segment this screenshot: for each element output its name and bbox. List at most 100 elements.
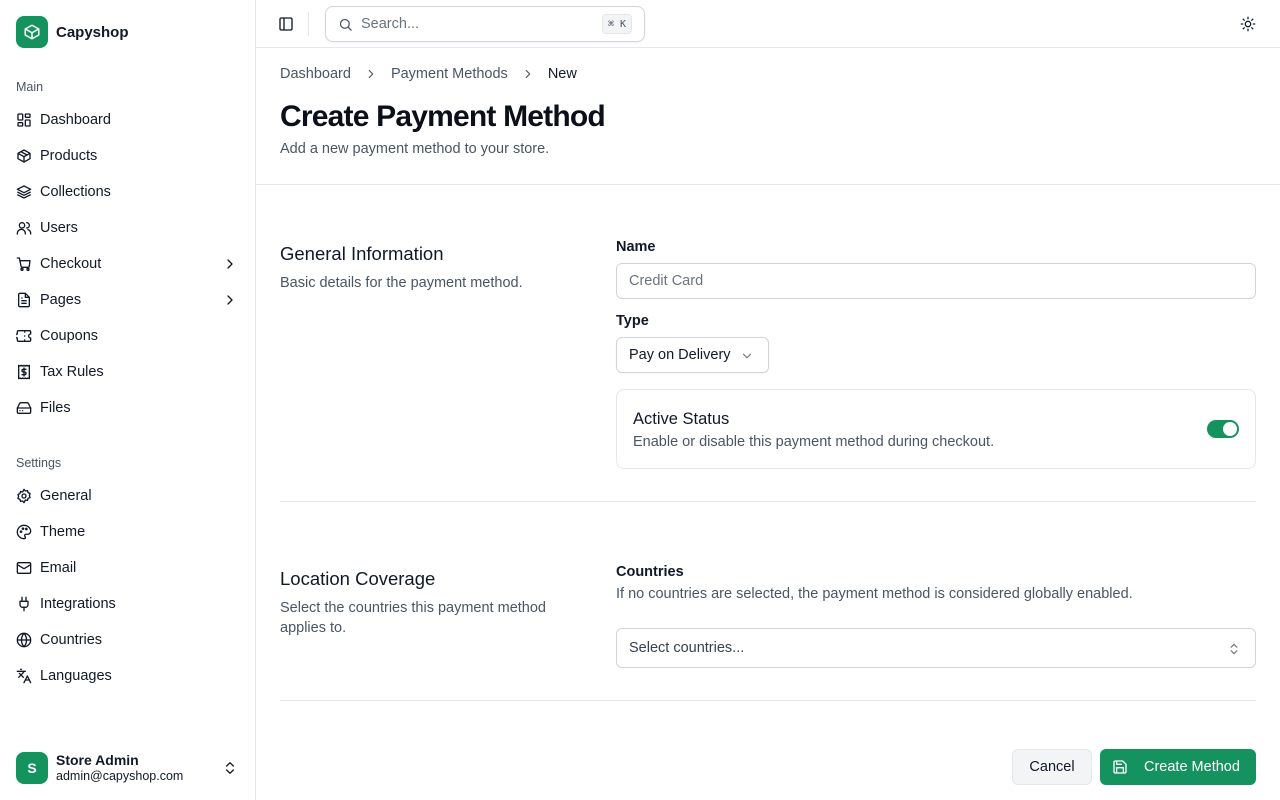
user-info: Store Admin admin@capyshop.com [56, 752, 183, 784]
sidebar-item-dashboard[interactable]: Dashboard [8, 104, 248, 136]
settings-icon [16, 488, 32, 504]
hard-drive-icon [16, 400, 32, 416]
section-divider [280, 700, 1256, 701]
section-description-general: Basic details for the payment method. [280, 275, 523, 291]
name-input[interactable] [616, 263, 1256, 299]
sidebar-item-label: Languages [40, 668, 112, 684]
section-description-location: Select the countries this payment method… [280, 600, 546, 636]
create-method-button[interactable]: Create Method [1100, 749, 1256, 785]
chevrons-up-down-icon [222, 760, 238, 776]
theme-toggle-button[interactable] [1238, 14, 1258, 34]
sidebar-item-theme[interactable]: Theme [8, 516, 248, 548]
page-subtitle: Add a new payment method to your store. [280, 141, 550, 157]
chevrons-up-down-icon [1227, 641, 1241, 657]
keyboard-shortcut: ⌘ K [601, 14, 632, 34]
section-title-location: Location Coverage [280, 568, 436, 589]
header-divider [256, 184, 1280, 185]
sidebar-item-label: Integrations [40, 596, 116, 612]
chevron-down-icon [740, 349, 754, 363]
nav-section-main: Main [16, 80, 44, 94]
save-icon [1112, 759, 1128, 775]
sidebar-item-collections[interactable]: Collections [8, 176, 248, 208]
sidebar-item-languages[interactable]: Languages [8, 660, 248, 692]
sidebar-item-integrations[interactable]: Integrations [8, 588, 248, 620]
sidebar-item-label: Dashboard [40, 112, 111, 128]
sidebar-toggle-button[interactable] [276, 14, 296, 34]
create-method-label: Create Method [1144, 759, 1240, 775]
switch-knob [1223, 422, 1237, 436]
chevron-right-icon [364, 67, 378, 81]
languages-icon [16, 668, 32, 684]
sidebar-item-general[interactable]: General [8, 480, 248, 512]
sidebar-item-label: Checkout [40, 256, 102, 272]
sidebar-item-label: Email [40, 560, 77, 576]
ticket-icon [16, 328, 32, 344]
breadcrumb-payment-methods[interactable]: Payment Methods [391, 66, 508, 82]
sidebar-item-countries[interactable]: Countries [8, 624, 248, 656]
page-title: Create Payment Method [280, 100, 606, 133]
brand[interactable]: Capyshop [16, 16, 129, 48]
active-status-switch[interactable] [1207, 420, 1239, 438]
topbar: Search... ⌘ K [256, 0, 1280, 48]
sun-icon [1240, 16, 1256, 32]
receipt-dollar-icon [16, 364, 32, 380]
type-select-value: Pay on Delivery [629, 347, 731, 363]
package-icon [16, 148, 32, 164]
sidebar-item-label: Coupons [40, 328, 99, 344]
sidebar-item-label: Countries [40, 632, 103, 648]
active-status-card: Active Status Enable or disable this pay… [616, 389, 1256, 469]
topbar-divider [308, 12, 309, 36]
cart-icon [16, 256, 32, 272]
chevron-right-icon [222, 292, 238, 308]
search-input[interactable]: Search... ⌘ K [325, 6, 645, 42]
dashboard-icon [16, 112, 32, 128]
sidebar-item-label: General [40, 488, 92, 504]
chevron-right-icon [521, 67, 535, 81]
sidebar-item-label: Files [40, 400, 71, 416]
section-title-general: General Information [280, 243, 444, 264]
sidebar-item-email[interactable]: Email [8, 552, 248, 584]
layers-icon [16, 184, 32, 200]
section-divider [280, 501, 1256, 502]
sidebar-item-files[interactable]: Files [8, 392, 248, 424]
active-status-description: Enable or disable this payment method du… [633, 434, 995, 450]
active-status-title: Active Status [633, 410, 730, 428]
sidebar-item-pages[interactable]: Pages [8, 284, 248, 316]
user-name: Store Admin [56, 752, 139, 769]
sidebar-item-checkout[interactable]: Checkout [8, 248, 248, 280]
type-label: Type [616, 313, 649, 329]
globe-icon [16, 632, 32, 648]
brand-name: Capyshop [56, 23, 129, 41]
box-icon [16, 16, 48, 48]
plug-icon [16, 596, 32, 612]
name-label: Name [616, 239, 656, 255]
sidebar-item-products[interactable]: Products [8, 140, 248, 172]
breadcrumb-dashboard[interactable]: Dashboard [280, 66, 351, 82]
user-menu[interactable]: S Store Admin admin@capyshop.com [8, 744, 248, 792]
sidebar-item-label: Pages [40, 292, 82, 308]
users-icon [16, 220, 32, 236]
avatar: S [16, 752, 48, 784]
sidebar-item-coupons[interactable]: Coupons [8, 320, 248, 352]
palette-icon [16, 524, 32, 540]
panel-left-icon [278, 16, 294, 32]
countries-hint: If no countries are selected, the paymen… [616, 586, 1133, 602]
mail-icon [16, 560, 32, 576]
breadcrumb: Dashboard Payment Methods New [280, 64, 577, 84]
type-select[interactable]: Pay on Delivery [616, 337, 769, 373]
sidebar-item-label: Products [40, 148, 98, 164]
sidebar-item-users[interactable]: Users [8, 212, 248, 244]
search-placeholder: Search... [361, 16, 420, 32]
sidebar-item-tax-rules[interactable]: Tax Rules [8, 356, 248, 388]
chevron-right-icon [222, 256, 238, 272]
sidebar-item-label: Collections [40, 184, 111, 200]
sidebar-item-label: Tax Rules [40, 364, 104, 380]
nav-section-settings: Settings [16, 456, 62, 470]
cancel-button[interactable]: Cancel [1012, 749, 1092, 785]
countries-select[interactable]: Select countries... [616, 628, 1256, 668]
user-email: admin@capyshop.com [56, 768, 184, 783]
search-icon [338, 17, 353, 32]
countries-label: Countries [616, 564, 684, 580]
file-text-icon [16, 292, 32, 308]
countries-placeholder: Select countries... [629, 640, 745, 656]
